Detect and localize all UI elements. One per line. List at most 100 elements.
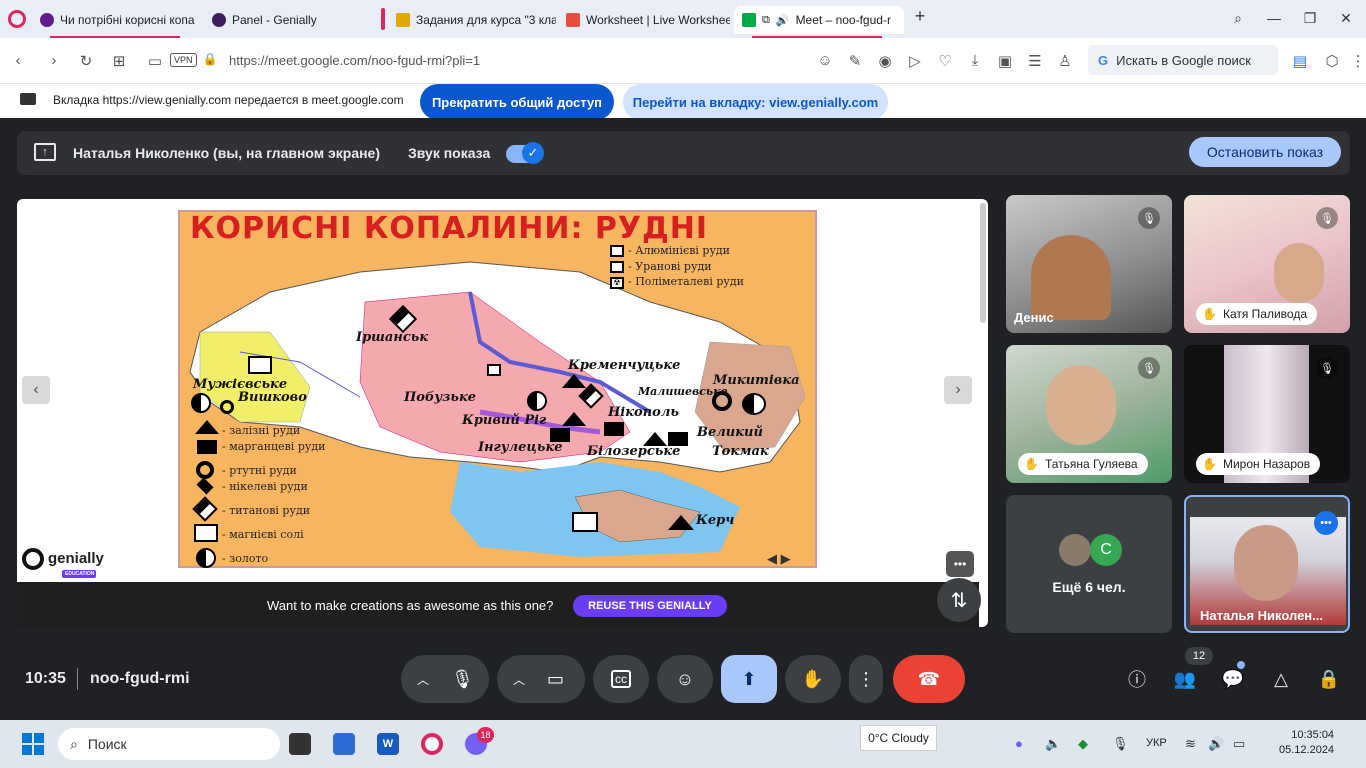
tab-course-tasks[interactable]: Задания для курса "3 кла	[388, 6, 556, 34]
hand-icon: ✋	[1024, 457, 1039, 471]
profile-icon[interactable]: ♙	[1055, 52, 1075, 70]
tab-genially-minerals[interactable]: Чи потрібні корисні копа	[32, 6, 200, 34]
reload-icon[interactable]: ↻	[76, 52, 96, 70]
minimize-icon[interactable]: —	[1264, 10, 1284, 26]
city-label: Токмак	[712, 444, 769, 459]
participant-tile[interactable]: 🎙 ✋ Татьяна Гуляева	[1006, 345, 1172, 483]
opera-logo-icon[interactable]	[8, 10, 26, 28]
chat-icon[interactable]: 💬	[1219, 665, 1247, 693]
tabs-grid-icon[interactable]: ⊞	[109, 52, 129, 70]
participant-name: Катя Паливода	[1222, 307, 1308, 321]
reactions-button[interactable]: ☺	[657, 655, 713, 703]
host-controls-icon[interactable]: 🔒	[1315, 665, 1343, 693]
participant-name-pill: ✋ Татьяна Гуляева	[1018, 453, 1148, 475]
info-icon[interactable]: ⓘ	[1123, 665, 1151, 693]
reuse-genially-button[interactable]: REUSE THIS GENIALLY	[573, 595, 727, 617]
manganese-marker-icon	[604, 422, 624, 436]
windows-start-icon[interactable]	[22, 733, 44, 755]
tab-live-worksheets[interactable]: Worksheet | Live Workshee	[558, 6, 730, 34]
mic-off-icon: 🎙	[1316, 357, 1338, 379]
raise-hand-button[interactable]: ✋	[785, 655, 841, 703]
slide-next-button[interactable]: ›	[944, 376, 972, 404]
legend-aluminum: - Алюмінієві руди	[628, 244, 731, 257]
legend-titanium: - титанові руди	[222, 504, 311, 517]
genially-favicon-icon	[40, 13, 54, 27]
slide-nav-arrows[interactable]: ◀ ▶	[767, 551, 791, 567]
participant-name-pill: ✋ Катя Паливода	[1196, 303, 1318, 325]
menu-icon[interactable]: ⋮	[1348, 52, 1366, 70]
stop-presenting-button[interactable]: Остановить показ	[1189, 137, 1341, 167]
opera-icon[interactable]	[421, 733, 443, 755]
check-icon[interactable]: ✓	[522, 142, 544, 164]
audio-options-button[interactable]: ︿ 🎙	[401, 655, 489, 703]
camera-icon[interactable]: ▭	[145, 52, 165, 70]
tab-google-meet[interactable]: ⧉ 🔊 Meet – noo-fgud-r	[734, 6, 904, 34]
stop-sharing-button[interactable]: Прекратить общий доступ	[420, 84, 614, 120]
present-button[interactable]: ⬆	[721, 655, 777, 703]
vpn-badge[interactable]: VPN	[170, 53, 197, 67]
people-icon[interactable]: 👥	[1171, 665, 1199, 693]
download-icon[interactable]: ⤓	[965, 52, 985, 69]
maximize-icon[interactable]: ❐	[1300, 10, 1320, 27]
viber-badge: 18	[477, 727, 494, 743]
cta-text: Want to make creations as awesome as thi…	[267, 598, 554, 613]
search-tabs-icon[interactable]: ⌕	[1228, 10, 1248, 27]
chevron-up-icon[interactable]: ︿	[417, 671, 429, 688]
self-participant-tile[interactable]: ••• Наталья Николен...	[1184, 495, 1350, 633]
sidebar-panel-icon[interactable]: ▤	[1290, 52, 1310, 70]
mic-tray-icon[interactable]: 🎙	[1112, 736, 1129, 752]
tab-genially-panel[interactable]: Panel - Genially	[204, 6, 374, 34]
heart-icon[interactable]: ♡	[935, 52, 955, 70]
viber-tray-icon[interactable]: ●	[1015, 736, 1023, 751]
legend-iron: - залізні руди	[222, 424, 301, 437]
camera-icon[interactable]: ▭	[547, 669, 564, 690]
more-options-button[interactable]: ⋮	[849, 655, 883, 703]
emoji-icon[interactable]: ☺	[815, 52, 835, 69]
volume-mute-icon[interactable]: 🔈	[1045, 736, 1061, 752]
easy-setup-icon[interactable]: ☰	[1025, 52, 1045, 70]
security-icon[interactable]: ◆	[1078, 736, 1088, 752]
swap-layout-icon[interactable]: ⇅	[937, 578, 981, 622]
battery-icon[interactable]: ▭	[1233, 736, 1245, 752]
stage-scrollbar[interactable]	[980, 203, 986, 323]
speaker-icon[interactable]: 🔊	[1208, 736, 1224, 752]
google-search-box[interactable]: G Искать в Google поиск	[1088, 45, 1278, 75]
participant-tile[interactable]: 🎙 ✋ Катя Паливода	[1184, 195, 1350, 333]
activities-icon[interactable]: △	[1267, 665, 1295, 693]
leave-call-button[interactable]: ☎	[893, 655, 965, 703]
slide-prev-button[interactable]: ‹	[22, 376, 50, 404]
system-clock[interactable]: 10:35:04 05.12.2024	[1279, 729, 1334, 756]
go-to-tab-button[interactable]: Перейти на вкладку: view.genially.com	[623, 84, 888, 120]
more-options-icon[interactable]: •••	[1314, 511, 1338, 535]
more-participants-tile[interactable]: С Ещё 6 чел.	[1006, 495, 1172, 633]
language-indicator[interactable]: УКР	[1146, 737, 1167, 749]
task-view-icon[interactable]	[289, 733, 311, 755]
chevron-up-icon[interactable]: ︿	[513, 671, 525, 688]
lock-icon: 🔒	[202, 52, 218, 66]
magnesium-symbol-icon	[194, 524, 218, 542]
edit-icon[interactable]: ✎	[845, 52, 865, 70]
genially-favicon-icon	[212, 13, 226, 27]
mic-icon[interactable]: 🎙	[451, 669, 474, 690]
send-icon[interactable]: ▷	[905, 52, 925, 70]
store-icon[interactable]	[333, 733, 355, 755]
video-popout-icon[interactable]: ▣	[995, 52, 1015, 70]
wifi-icon[interactable]: ≋	[1185, 736, 1196, 752]
new-tab-button[interactable]: +	[910, 6, 930, 27]
forward-icon[interactable]: ›	[44, 52, 64, 69]
close-icon[interactable]: ✕	[1336, 10, 1356, 27]
more-options-icon[interactable]: •••	[946, 551, 974, 577]
extensions-icon[interactable]: ⬡	[1322, 52, 1342, 70]
snapshot-icon[interactable]: ◉	[875, 52, 895, 70]
url-field[interactable]: https://meet.google.com/noo-fgud-rmi?pli…	[229, 53, 480, 68]
participant-tile[interactable]: 🎙 ✋ Мирон Назаров	[1184, 345, 1350, 483]
word-icon[interactable]: W	[377, 733, 399, 755]
back-icon[interactable]: ‹	[8, 52, 28, 69]
taskbar-search[interactable]: ⌕ Поиск	[58, 728, 280, 760]
speaker-icon[interactable]: 🔊	[776, 14, 790, 27]
video-options-button[interactable]: ︿ ▭	[497, 655, 585, 703]
participant-video	[1274, 243, 1324, 303]
captions-button[interactable]: cc	[593, 655, 649, 703]
participant-tile[interactable]: 🎙 Денис	[1006, 195, 1172, 333]
picture-in-picture-icon[interactable]: ⧉	[762, 14, 770, 27]
